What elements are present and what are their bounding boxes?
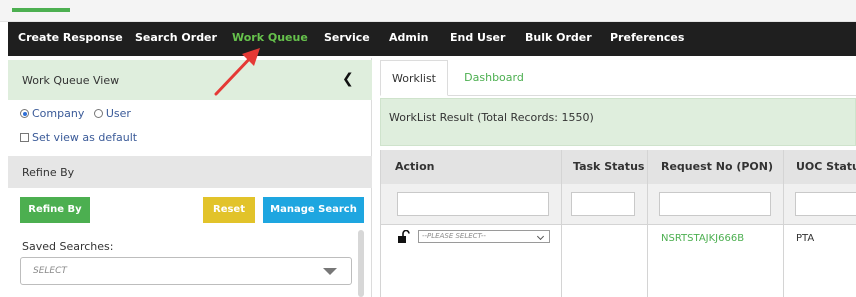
- worklist-table: Action Task Status Request No (PON) UOC …: [380, 150, 856, 297]
- lock-icon[interactable]: [397, 230, 411, 244]
- worklist-result-bar: WorkList Result (Total Records: 1550): [380, 98, 856, 146]
- chevron-left-icon[interactable]: ❮: [342, 71, 354, 87]
- reset-button[interactable]: Reset: [203, 197, 255, 223]
- table-cell-pon[interactable]: NSRTSTAJKJ666B: [661, 233, 744, 244]
- radio-user[interactable]: [93, 109, 103, 118]
- filter-input-task-status[interactable]: [571, 192, 635, 216]
- radio-user-label: User: [105, 107, 131, 120]
- row-action-select-value: --PLEASE SELECT--: [422, 232, 486, 240]
- nav-item-work-queue[interactable]: Work Queue: [232, 31, 308, 44]
- filter-input-uoc-status[interactable]: [795, 192, 856, 216]
- top-strip: [0, 0, 856, 22]
- column-header-action[interactable]: Action: [395, 160, 434, 173]
- work-queue-view-header: Work Queue View ❮: [8, 60, 372, 100]
- set-default-label: Set view as default: [32, 131, 138, 144]
- row-separator: [381, 224, 856, 225]
- nav-item-service[interactable]: Service: [324, 31, 370, 44]
- caret-down-icon: [323, 268, 337, 275]
- table-header-row: Action Task Status Request No (PON) UOC …: [381, 150, 856, 184]
- tab-worklist[interactable]: Worklist: [380, 60, 448, 96]
- refine-by-title: Refine By: [22, 166, 75, 179]
- worklist-result-text: WorkList Result (Total Records: 1550): [389, 111, 594, 124]
- view-radio-group: Company User: [20, 107, 131, 120]
- filter-input-action[interactable]: [397, 192, 549, 216]
- nav-item-search-order[interactable]: Search Order: [135, 31, 217, 44]
- left-panel-scrollbar[interactable]: [358, 230, 364, 297]
- main-nav: Create Response Search Order Work Queue …: [8, 22, 856, 56]
- manage-search-button[interactable]: Manage Search: [263, 197, 364, 223]
- refine-by-header: Refine By: [8, 156, 372, 188]
- filter-input-pon[interactable]: [659, 192, 771, 216]
- work-queue-view-panel: Work Queue View ❮ Company User Set view …: [8, 58, 372, 297]
- radio-company-label: Company: [32, 107, 85, 120]
- radio-company[interactable]: [20, 109, 29, 118]
- nav-item-end-user[interactable]: End User: [450, 31, 505, 44]
- column-header-pon[interactable]: Request No (PON): [661, 160, 773, 173]
- nav-item-bulk-order[interactable]: Bulk Order: [525, 31, 592, 44]
- refine-by-button[interactable]: Refine By: [20, 197, 90, 223]
- top-accent-bar: [12, 8, 70, 12]
- row-action-select[interactable]: --PLEASE SELECT--: [418, 230, 550, 243]
- worklist-tabs: Worklist Dashboard: [380, 60, 856, 96]
- nav-item-preferences[interactable]: Preferences: [610, 31, 684, 44]
- column-header-task-status[interactable]: Task Status: [573, 160, 644, 173]
- nav-item-create-response[interactable]: Create Response: [18, 31, 123, 44]
- column-header-uoc-status[interactable]: UOC Status: [796, 160, 856, 173]
- set-default-checkbox[interactable]: [20, 133, 29, 142]
- worklist-panel: Worklist Dashboard WorkList Result (Tota…: [380, 58, 856, 297]
- saved-searches-label: Saved Searches:: [22, 240, 114, 253]
- nav-item-admin[interactable]: Admin: [389, 31, 428, 44]
- table-filter-row: [381, 184, 856, 224]
- set-default-row: Set view as default: [20, 131, 137, 144]
- tab-dashboard[interactable]: Dashboard: [454, 60, 534, 96]
- work-queue-view-title: Work Queue View: [22, 74, 120, 87]
- chevron-down-icon: [536, 232, 545, 241]
- table-cell-uoc-status: PTA: [796, 233, 815, 244]
- saved-searches-value: SELECT: [33, 266, 67, 276]
- saved-searches-select[interactable]: SELECT: [20, 257, 352, 285]
- annotation-arrow-icon: [214, 48, 260, 96]
